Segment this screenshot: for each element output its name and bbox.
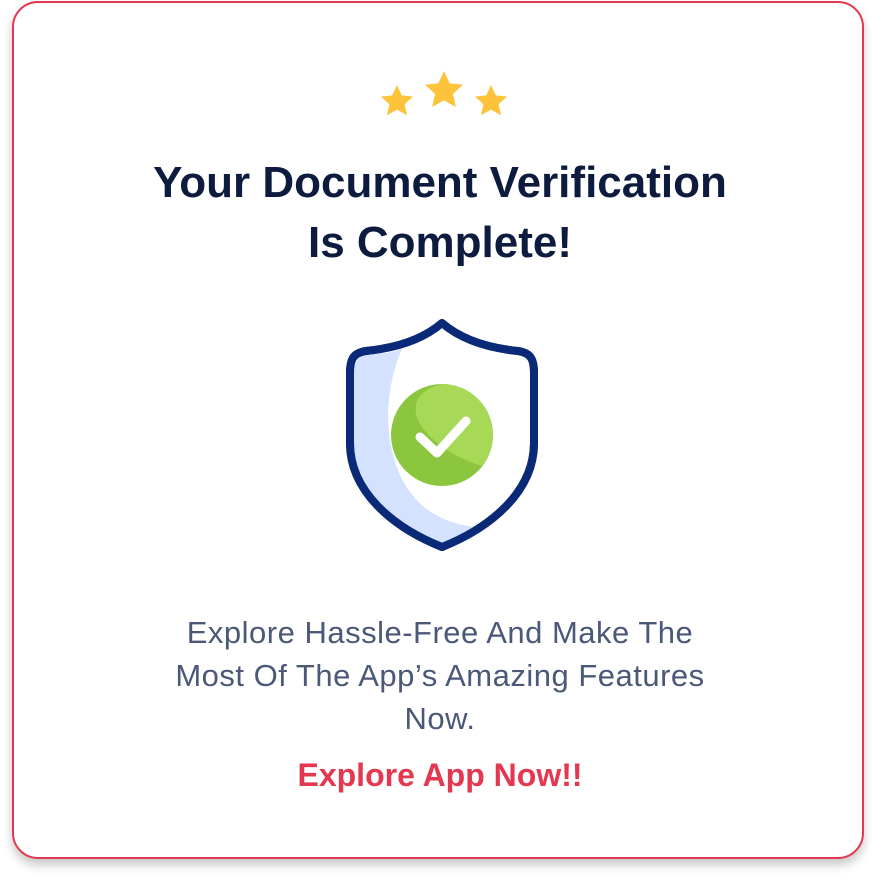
star-right-icon [475,85,507,116]
title-line-2: Is Complete! [307,218,573,267]
explore-app-link-container: Explore App Now!! [14,753,866,797]
verification-complete-card: Your Document Verification Is Complete! … [12,1,864,859]
description-line-2: Most Of The App’s Amazing Features [175,658,705,693]
star-left-icon [381,85,413,116]
star-center-icon [425,71,463,107]
title-line-1: Your Document Verification [153,158,727,207]
verified-shield-icon [346,319,538,551]
description-text: Explore Hassle-Free And Make The Most Of… [74,611,806,740]
description-line-3: Now. [404,701,476,736]
page-title: Your Document Verification Is Complete! [14,153,866,273]
description-line-1: Explore Hassle-Free And Make The [186,615,694,650]
three-stars-icon [381,71,507,116]
explore-app-link[interactable]: Explore App Now!! [297,757,582,793]
